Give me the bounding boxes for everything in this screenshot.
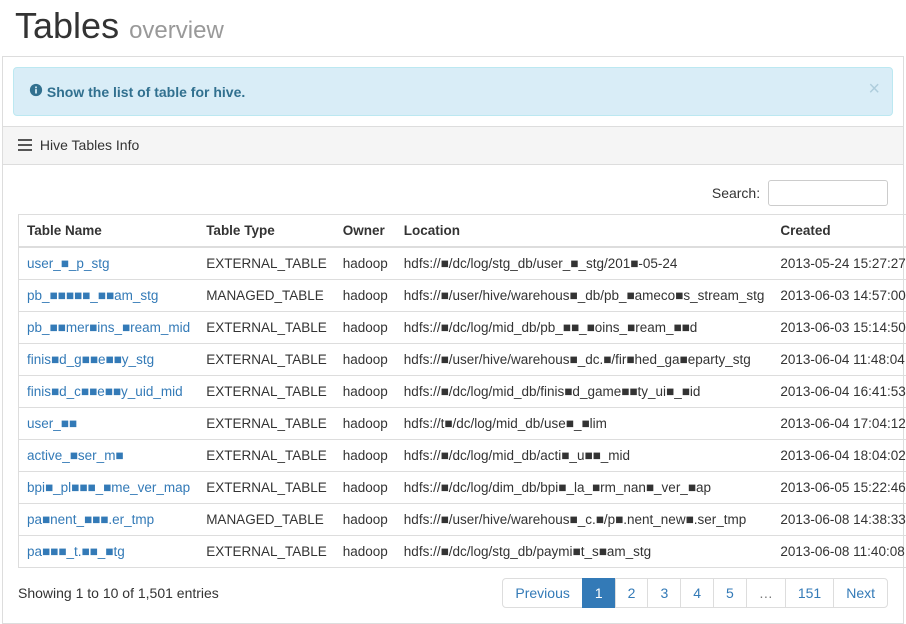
table-row: bpi■_pl■■■_■me_ver_mapEXTERNAL_TABLEhado… bbox=[19, 472, 906, 504]
cell-table-name[interactable]: active_■ser_m■ bbox=[19, 440, 199, 472]
cell-owner: hadoop bbox=[335, 440, 396, 472]
cell-table-type: MANAGED_TABLE bbox=[198, 504, 335, 536]
cell-table-type: EXTERNAL_TABLE bbox=[198, 536, 335, 568]
cell-owner: hadoop bbox=[335, 472, 396, 504]
cell-created: 2013-06-04 11:48:04 bbox=[772, 344, 906, 376]
cell-location: hdfs://■/user/hive/warehous■_db/pb_■amec… bbox=[396, 280, 773, 312]
cell-location: hdfs://■/dc/log/stg_db/user_■_stg/201■-0… bbox=[396, 247, 773, 280]
table-row: pb_■■■■■_■■am_stgMANAGED_TABLEhadoophdfs… bbox=[19, 280, 906, 312]
cell-owner: hadoop bbox=[335, 536, 396, 568]
cell-owner: hadoop bbox=[335, 247, 396, 280]
table-row: user_■■EXTERNAL_TABLEhadoophdfs://t■/dc/… bbox=[19, 408, 906, 440]
cell-created: 2013-05-24 15:27:27 bbox=[772, 247, 906, 280]
cell-table-type: EXTERNAL_TABLE bbox=[198, 247, 335, 280]
title-main: Tables bbox=[15, 5, 119, 46]
cell-created: 2013-06-03 15:14:50 bbox=[772, 312, 906, 344]
alert-close-button[interactable]: × bbox=[868, 78, 880, 101]
cell-table-name[interactable]: pb_■■mer■ins_■ream_mid bbox=[19, 312, 199, 344]
cell-table-name[interactable]: bpi■_pl■■■_■me_ver_map bbox=[19, 472, 199, 504]
page-title: Tables overview bbox=[15, 5, 891, 47]
cell-owner: hadoop bbox=[335, 504, 396, 536]
search-row: Search: bbox=[18, 180, 888, 206]
cell-owner: hadoop bbox=[335, 376, 396, 408]
cell-table-type: EXTERNAL_TABLE bbox=[198, 312, 335, 344]
cell-owner: hadoop bbox=[335, 280, 396, 312]
cell-table-type: EXTERNAL_TABLE bbox=[198, 376, 335, 408]
title-subtitle: overview bbox=[129, 17, 224, 44]
pagination: Previous12345…151Next bbox=[503, 578, 888, 608]
cell-table-type: EXTERNAL_TABLE bbox=[198, 472, 335, 504]
cell-created: 2013-06-04 17:04:12 bbox=[772, 408, 906, 440]
page-151[interactable]: 151 bbox=[785, 578, 834, 608]
cell-created: 2013-06-03 14:57:00 bbox=[772, 280, 906, 312]
page-4[interactable]: 4 bbox=[680, 578, 714, 608]
cell-table-name[interactable]: user_■■ bbox=[19, 408, 199, 440]
col-table-name[interactable]: Table Name bbox=[19, 215, 199, 248]
cell-table-name[interactable]: finis■d_g■■e■■y_stg bbox=[19, 344, 199, 376]
col-location[interactable]: Location bbox=[396, 215, 773, 248]
panel-heading: Hive Tables Info bbox=[3, 126, 903, 165]
cell-table-name[interactable]: finis■d_c■■e■■y_uid_mid bbox=[19, 376, 199, 408]
table-header-row: Table Name Table Type Owner Location Cre… bbox=[19, 215, 906, 248]
col-created[interactable]: Created bbox=[772, 215, 906, 248]
cell-location: hdfs://■/dc/log/stg_db/paymi■t_s■am_stg bbox=[396, 536, 773, 568]
cell-created: 2013-06-05 15:22:46 bbox=[772, 472, 906, 504]
page-1[interactable]: 1 bbox=[582, 578, 616, 608]
col-table-type[interactable]: Table Type bbox=[198, 215, 335, 248]
page-previous[interactable]: Previous bbox=[502, 578, 582, 608]
cell-location: hdfs://■/dc/log/mid_db/pb_■■_■oins_■ream… bbox=[396, 312, 773, 344]
table-row: pa■nent_■■■.er_tmpMANAGED_TABLEhadoophdf… bbox=[19, 504, 906, 536]
cell-table-type: EXTERNAL_TABLE bbox=[198, 440, 335, 472]
cell-created: 2013-06-08 14:38:33 bbox=[772, 504, 906, 536]
panel-title: Hive Tables Info bbox=[40, 137, 139, 153]
col-owner[interactable]: Owner bbox=[335, 215, 396, 248]
page-ellipsis: … bbox=[746, 578, 786, 608]
table-row: user_■_p_stgEXTERNAL_TABLEhadoophdfs://■… bbox=[19, 247, 906, 280]
cell-table-type: MANAGED_TABLE bbox=[198, 280, 335, 312]
search-input[interactable] bbox=[768, 180, 888, 206]
cell-created: 2013-06-08 11:40:08 bbox=[772, 536, 906, 568]
entries-info: Showing 1 to 10 of 1,501 entries bbox=[18, 585, 219, 601]
cell-created: 2013-06-04 18:04:02 bbox=[772, 440, 906, 472]
cell-table-type: EXTERNAL_TABLE bbox=[198, 344, 335, 376]
cell-location: hdfs://t■/dc/log/mid_db/use■_■lim bbox=[396, 408, 773, 440]
cell-table-name[interactable]: pb_■■■■■_■■am_stg bbox=[19, 280, 199, 312]
table-footer: Showing 1 to 10 of 1,501 entries Previou… bbox=[18, 578, 888, 608]
list-icon bbox=[18, 138, 32, 154]
alert-text: Show the list of table for hive. bbox=[47, 84, 245, 100]
cell-created: 2013-06-04 16:41:53 bbox=[772, 376, 906, 408]
cell-location: hdfs://■/dc/log/mid_db/acti■_u■■_mid bbox=[396, 440, 773, 472]
panel-body: Search: Table Name Table Type Owner Loca… bbox=[3, 165, 903, 623]
info-alert: Show the list of table for hive. × bbox=[13, 67, 893, 116]
cell-table-name[interactable]: user_■_p_stg bbox=[19, 247, 199, 280]
cell-owner: hadoop bbox=[335, 312, 396, 344]
cell-owner: hadoop bbox=[335, 344, 396, 376]
page-header: Tables overview bbox=[0, 5, 906, 56]
cell-location: hdfs://■/user/hive/warehous■_dc.■/fir■he… bbox=[396, 344, 773, 376]
page-3[interactable]: 3 bbox=[647, 578, 681, 608]
hive-tables: Table Name Table Type Owner Location Cre… bbox=[18, 214, 906, 568]
cell-table-name[interactable]: pa■■■_t.■■_■tg bbox=[19, 536, 199, 568]
search-label: Search: bbox=[712, 185, 760, 201]
page-next[interactable]: Next bbox=[833, 578, 888, 608]
page-5[interactable]: 5 bbox=[713, 578, 747, 608]
cell-owner: hadoop bbox=[335, 408, 396, 440]
page-2[interactable]: 2 bbox=[615, 578, 649, 608]
cell-location: hdfs://■/dc/log/dim_db/bpi■_la_■rm_nan■_… bbox=[396, 472, 773, 504]
main-container: Show the list of table for hive. × Hive … bbox=[2, 56, 904, 624]
table-row: finis■d_g■■e■■y_stgEXTERNAL_TABLEhadooph… bbox=[19, 344, 906, 376]
table-row: pb_■■mer■ins_■ream_midEXTERNAL_TABLEhado… bbox=[19, 312, 906, 344]
cell-table-type: EXTERNAL_TABLE bbox=[198, 408, 335, 440]
cell-location: hdfs://■/dc/log/mid_db/finis■d_game■■ty_… bbox=[396, 376, 773, 408]
info-icon bbox=[29, 84, 47, 100]
cell-location: hdfs://■/user/hive/warehous■_c.■/p■.nent… bbox=[396, 504, 773, 536]
table-row: pa■■■_t.■■_■tgEXTERNAL_TABLEhadoophdfs:/… bbox=[19, 536, 906, 568]
table-row: active_■ser_m■EXTERNAL_TABLEhadoophdfs:/… bbox=[19, 440, 906, 472]
cell-table-name[interactable]: pa■nent_■■■.er_tmp bbox=[19, 504, 199, 536]
table-row: finis■d_c■■e■■y_uid_midEXTERNAL_TABLEhad… bbox=[19, 376, 906, 408]
